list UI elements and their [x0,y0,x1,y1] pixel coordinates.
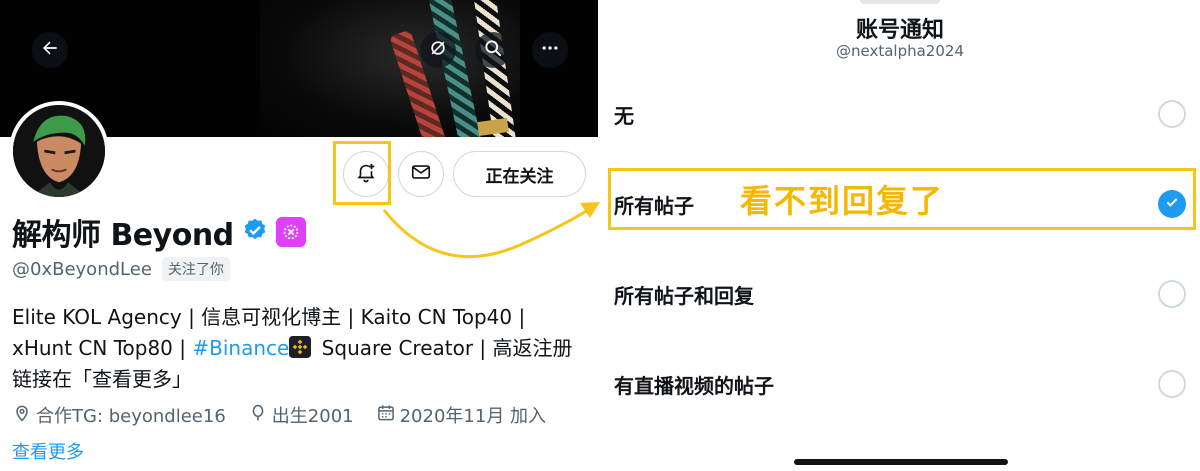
notification-sheet: 账号通知 @nextalpha2024 无 所有帖子 看不到回复了 所有帖子和回… [600,0,1200,471]
bio-line-1: Elite KOL Agency | 信息可视化博主 | Kaito CN To… [12,305,526,329]
notify-highlight-box [333,141,391,205]
back-button[interactable] [32,32,68,68]
verified-badge-icon [242,217,268,247]
display-name: 解构师 Beyond [12,218,234,253]
profile-panel: 正在关注 解构师 Beyond @0xBeyondLee 关注了你 Elite … [0,0,600,471]
option-none[interactable]: 无 [614,92,1186,136]
avatar[interactable] [9,101,109,201]
profile-name-row: 解构师 Beyond [12,210,306,254]
message-button[interactable] [398,151,444,197]
sheet-subtitle: @nextalpha2024 [836,42,964,60]
following-button[interactable]: 正在关注 [453,151,586,197]
location-pin-icon [12,403,32,428]
meta-location: 合作TG: beyondlee16 [12,402,226,428]
all-posts-highlight-box [608,168,1196,230]
option-live-video-posts[interactable]: 有直播视频的帖子 [614,362,1186,406]
avatar-illustration [13,105,105,197]
affiliate-badge-icon[interactable] [275,217,306,247]
radio-unchecked[interactable] [1158,370,1186,398]
binance-hashtag-link[interactable]: #Binance [192,336,289,360]
option-label: 无 [614,103,634,128]
home-indicator[interactable] [794,459,1008,465]
handle-row: @0xBeyondLee 关注了你 [12,257,230,281]
bio-line-3: 链接在「查看更多」 [12,367,192,391]
profile-meta: 合作TG: beyondlee16 出生2001 2020年11月 加入 [12,402,546,428]
option-posts-and-replies[interactable]: 所有帖子和回复 [614,272,1186,316]
profile-handle: @0xBeyondLee [12,258,152,280]
calendar-icon [376,403,396,428]
balloon-icon [248,403,268,428]
grok-button[interactable] [420,32,456,68]
meta-birth: 出生2001 [248,402,354,428]
search-button[interactable] [475,32,511,68]
follows-you-badge: 关注了你 [161,257,230,281]
arrow-left-icon [40,38,60,62]
option-label: 有直播视频的帖子 [614,373,774,398]
search-icon [483,38,503,62]
radio-unchecked[interactable] [1158,100,1186,128]
grok-icon [428,38,448,62]
sheet-title: 账号通知 [855,18,944,43]
more-button[interactable] [532,32,568,68]
radio-unchecked[interactable] [1158,280,1186,308]
option-label: 所有帖子和回复 [614,283,754,308]
more-icon [540,38,560,62]
sheet-grabber[interactable] [860,0,940,4]
bio-line-2: xHunt CN Top80 | #Binance Square Creator… [12,336,573,360]
binance-logo-icon [289,336,312,358]
profile-bio: Elite KOL Agency | 信息可视化博主 | Kaito CN To… [12,302,592,395]
envelope-icon [410,161,432,187]
meta-joined: 2020年11月 加入 [376,402,546,428]
see-more-link[interactable]: 查看更多 [12,438,84,464]
